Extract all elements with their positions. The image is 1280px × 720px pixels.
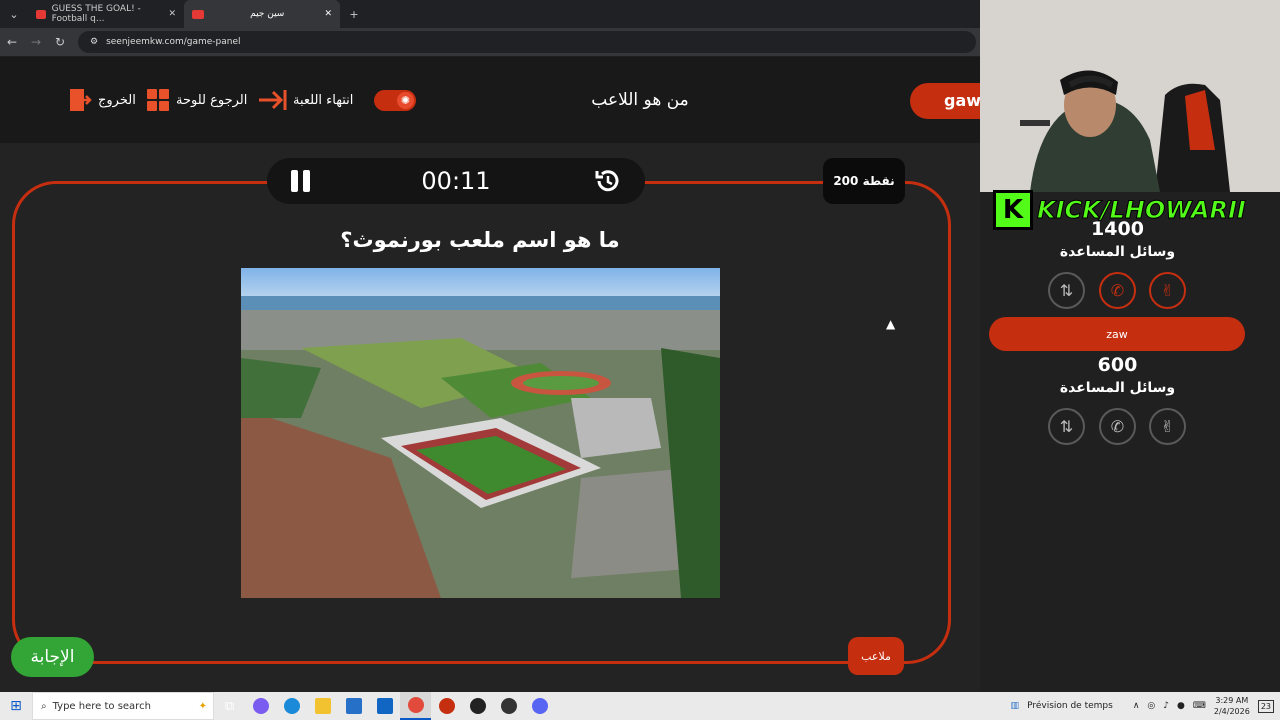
close-tab-icon[interactable]: ✕ bbox=[324, 9, 332, 19]
clock-time: 3:29 AM bbox=[1215, 696, 1249, 705]
clock[interactable]: 3:29 AM 2/4/2026 bbox=[1214, 695, 1250, 717]
store-icon[interactable] bbox=[338, 692, 369, 720]
page-title: من هو اللاعب bbox=[591, 90, 689, 110]
gear-icon: ✺ bbox=[397, 92, 414, 109]
discord-icon[interactable] bbox=[524, 692, 555, 720]
webcam-overlay bbox=[980, 0, 1280, 192]
kick-logo-icon: K bbox=[993, 190, 1033, 230]
search-placeholder: Type here to search bbox=[52, 700, 151, 712]
taskbar-search[interactable]: ⌕ Type here to search ✦ bbox=[32, 692, 214, 720]
weather-icon[interactable]: ▥ bbox=[1011, 701, 1020, 711]
team-badge: gaw bbox=[910, 83, 990, 119]
outlook-icon[interactable] bbox=[369, 692, 400, 720]
system-tray: ▥ Prévision de temps ∧ ◎ ♪ ● ⌨ 3:29 AM 2… bbox=[1011, 692, 1280, 720]
end-game-button[interactable]: انتهاء اللعبة bbox=[257, 88, 353, 112]
answer-button[interactable]: الإجابة bbox=[11, 637, 94, 677]
back-to-board-label: الرجوع للوحة bbox=[176, 92, 248, 108]
team2-two-answers-icon[interactable]: ✌ bbox=[1149, 408, 1186, 445]
reset-timer-icon[interactable] bbox=[592, 166, 622, 196]
scores-panel bbox=[980, 192, 1280, 692]
grid-icon bbox=[147, 89, 169, 111]
chrome-icon[interactable] bbox=[400, 692, 431, 720]
arrow-exit-icon bbox=[259, 90, 287, 110]
back-to-board-button[interactable]: الرجوع للوحة bbox=[146, 88, 247, 112]
team2-aids-label: وسائل المساعدة bbox=[1059, 380, 1176, 396]
network-icon[interactable]: ◎ bbox=[1147, 701, 1155, 711]
url-field[interactable]: ⚙ seenjeemkw.com/game-panel bbox=[78, 31, 976, 53]
language-icon[interactable]: ⌨ bbox=[1193, 701, 1206, 711]
tab-title: GUESS THE GOAL! - Football q... bbox=[51, 4, 141, 24]
sparkle-icon: ✦ bbox=[198, 700, 207, 712]
timer-bar: 00:11 bbox=[267, 158, 645, 204]
pause-icon[interactable] bbox=[291, 170, 311, 192]
team1-aids-label: وسائل المساعدة bbox=[1059, 244, 1176, 260]
mouse-cursor-icon: ▲ bbox=[886, 317, 896, 331]
tab-seen-jeem[interactable]: سين جيم ✕ bbox=[184, 0, 340, 28]
team2-swap-icon[interactable]: ⇅ bbox=[1048, 408, 1085, 445]
end-game-label: انتهاء اللعبة bbox=[293, 92, 354, 108]
address-bar: ← → ↻ ⚙ seenjeemkw.com/game-panel bbox=[0, 28, 980, 56]
volume-icon[interactable]: ♪ bbox=[1163, 701, 1169, 711]
exit-door-icon bbox=[70, 89, 92, 111]
clock-date: 2/4/2026 bbox=[1213, 707, 1250, 716]
weather-text[interactable]: Prévision de temps bbox=[1027, 701, 1113, 711]
youtube-icon bbox=[36, 9, 46, 19]
exit-button[interactable]: الخروج bbox=[68, 88, 136, 112]
edge-icon[interactable] bbox=[276, 692, 307, 720]
exit-label: الخروج bbox=[98, 92, 136, 108]
browser-tabbar: ⌄ GUESS THE GOAL! - Football q... ✕ سين … bbox=[0, 0, 980, 28]
tab-title: سين جيم bbox=[250, 9, 285, 19]
url-text: seenjeemkw.com/game-panel bbox=[106, 37, 241, 47]
tab-search-icon[interactable]: ⌄ bbox=[0, 0, 28, 28]
notifications-badge[interactable]: 23 bbox=[1257, 699, 1274, 713]
timer-value: 00:11 bbox=[421, 167, 491, 195]
4k-app-icon[interactable] bbox=[493, 692, 524, 720]
copilot-icon[interactable] bbox=[245, 692, 276, 720]
back-icon[interactable]: ← bbox=[0, 35, 24, 49]
app-red-icon[interactable] bbox=[431, 692, 462, 720]
forward-icon[interactable]: → bbox=[24, 35, 48, 49]
new-tab-icon[interactable]: + bbox=[340, 0, 368, 28]
stadium-image bbox=[241, 268, 720, 598]
obs-icon[interactable] bbox=[462, 692, 493, 720]
team1-two-answers-icon[interactable]: ✌ bbox=[1149, 272, 1186, 309]
points-badge: 200 نقطة bbox=[823, 158, 905, 204]
file-explorer-icon[interactable] bbox=[307, 692, 338, 720]
team2-score: 600 bbox=[1097, 354, 1138, 376]
team2-name: zaw bbox=[989, 317, 1245, 351]
microphone-icon[interactable]: ● bbox=[1177, 701, 1185, 711]
team1-call-icon[interactable]: ✆ bbox=[1099, 272, 1136, 309]
search-icon: ⌕ bbox=[41, 700, 47, 712]
taskbar: ⊞ ⌕ Type here to search ✦ ⧉ ▥ Prévision … bbox=[0, 692, 1280, 720]
team2-call-icon[interactable]: ✆ bbox=[1099, 408, 1136, 445]
category-badge: ملاعب bbox=[848, 637, 904, 675]
close-tab-icon[interactable]: ✕ bbox=[168, 9, 176, 19]
team1-score: 1400 bbox=[1091, 218, 1144, 240]
tab-guess-the-goal[interactable]: GUESS THE GOAL! - Football q... ✕ bbox=[28, 0, 184, 28]
windows-start-icon[interactable]: ⊞ bbox=[0, 692, 32, 720]
team1-swap-icon[interactable]: ⇅ bbox=[1048, 272, 1085, 309]
site-favicon-icon bbox=[192, 9, 204, 19]
reload-icon[interactable]: ↻ bbox=[48, 35, 72, 49]
chevron-up-icon[interactable]: ∧ bbox=[1133, 701, 1140, 711]
question-text: ما هو اسم ملعب بورنموث؟ bbox=[340, 228, 620, 252]
site-info-icon[interactable]: ⚙ bbox=[90, 37, 98, 47]
task-view-icon[interactable]: ⧉ bbox=[214, 692, 245, 720]
sound-toggle[interactable]: ✺ bbox=[374, 90, 416, 111]
